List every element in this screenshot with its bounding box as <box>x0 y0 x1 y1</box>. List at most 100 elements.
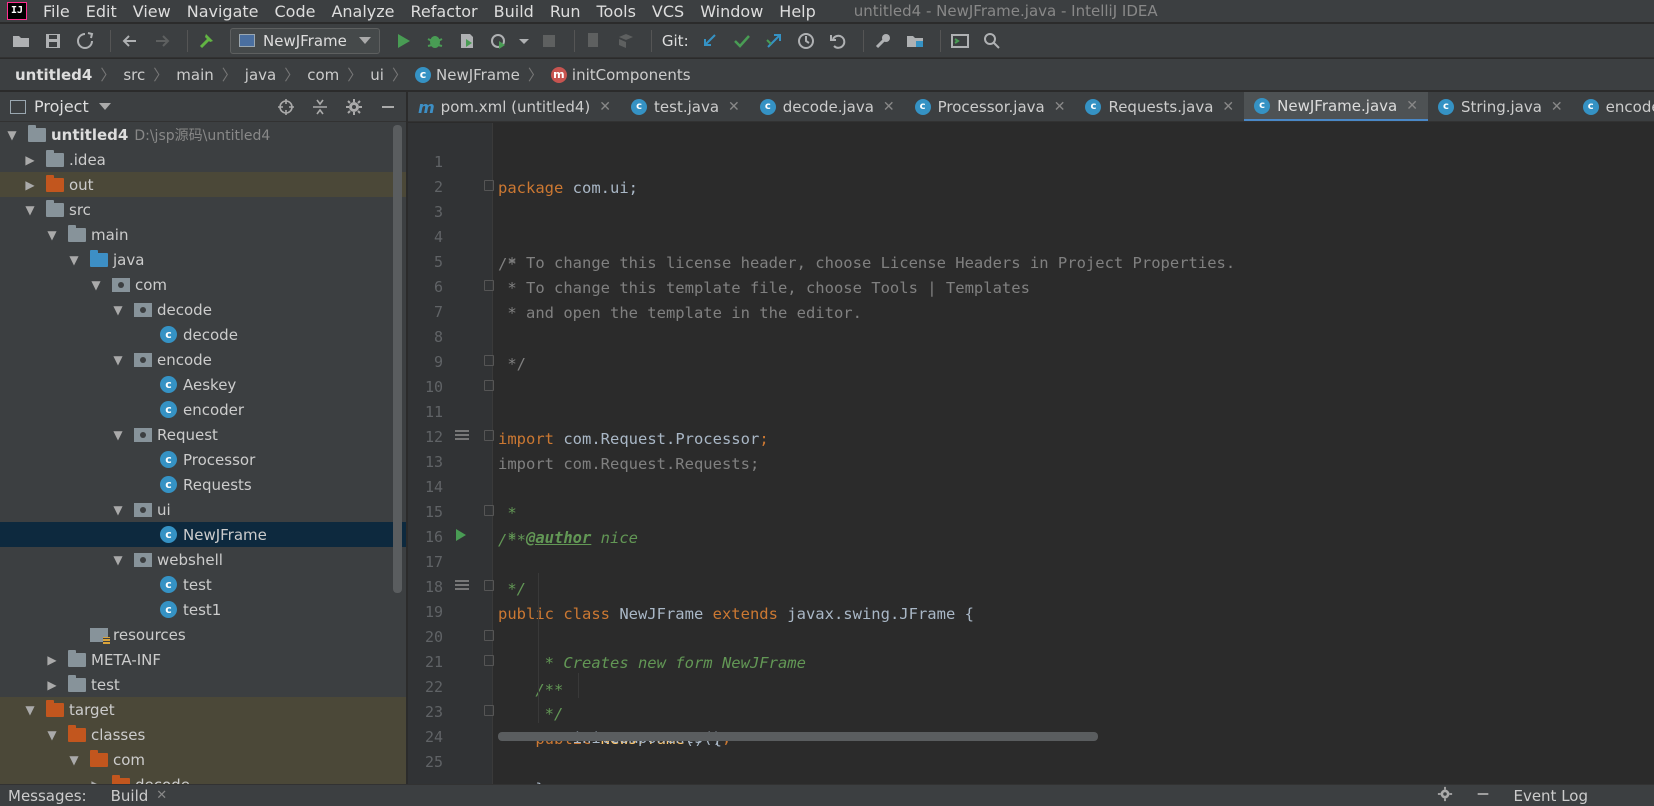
tree-item-com[interactable]: ▼ com <box>0 272 406 297</box>
expanded-arrow-icon[interactable]: ▼ <box>110 303 126 317</box>
tree-item-request-package[interactable]: ▼ Request <box>0 422 406 447</box>
expanded-arrow-icon[interactable]: ▼ <box>110 503 126 517</box>
close-icon[interactable]: ✕ <box>1054 99 1066 115</box>
debug-bug-icon[interactable] <box>422 28 448 54</box>
expanded-arrow-icon[interactable]: ▼ <box>66 253 82 267</box>
tree-item-out[interactable]: ▶ out <box>0 172 406 197</box>
tree-item-test-class[interactable]: c test <box>0 572 406 597</box>
breadcrumb-src[interactable]: src <box>123 66 145 84</box>
project-structure-folder-icon[interactable] <box>902 28 928 54</box>
tree-item-encode-package[interactable]: ▼ encode <box>0 347 406 372</box>
open-folder-icon[interactable] <box>8 28 34 54</box>
tree-item-target-com[interactable]: ▼ com <box>0 747 406 772</box>
expanded-arrow-icon[interactable]: ▼ <box>66 753 82 767</box>
tree-item-newjframe[interactable]: c NewJFrame <box>0 522 406 547</box>
close-icon[interactable]: ✕ <box>728 99 740 115</box>
menu-window[interactable]: Window <box>700 2 763 21</box>
editor-horizontal-scrollbar[interactable] <box>498 732 1098 741</box>
tab-processor-java[interactable]: c Processor.java ✕ <box>905 92 1076 121</box>
menu-analyze[interactable]: Analyze <box>331 2 394 21</box>
menu-build[interactable]: Build <box>494 2 534 21</box>
close-icon[interactable]: ✕ <box>156 788 167 803</box>
back-arrow-icon[interactable] <box>117 28 143 54</box>
expanded-arrow-icon[interactable]: ▼ <box>22 203 38 217</box>
settings-wrench-icon[interactable] <box>870 28 896 54</box>
menu-edit[interactable]: Edit <box>86 2 117 21</box>
close-icon[interactable]: ✕ <box>883 99 895 115</box>
chevron-down-icon[interactable] <box>98 103 111 110</box>
close-icon[interactable]: ✕ <box>599 99 611 115</box>
run-gutter-icon[interactable] <box>456 529 466 541</box>
fold-marker-icon[interactable] <box>484 655 494 666</box>
tree-item-test1-class[interactable]: c test1 <box>0 597 406 622</box>
breadcrumb-com[interactable]: com <box>307 66 339 84</box>
menu-refactor[interactable]: Refactor <box>411 2 478 21</box>
tab-pom-xml[interactable]: m pom.xml (untitled4) ✕ <box>408 92 621 121</box>
collapsed-arrow-icon[interactable]: ▶ <box>44 678 60 692</box>
rollback-icon[interactable] <box>825 28 851 54</box>
hide-minus-icon[interactable] <box>378 97 398 117</box>
menu-code[interactable]: Code <box>275 2 316 21</box>
breadcrumb-project[interactable]: untitled4 <box>15 66 92 84</box>
menu-help[interactable]: Help <box>779 2 815 21</box>
project-panel-title[interactable]: Project <box>34 97 89 116</box>
rendered-doc-icon[interactable] <box>455 580 469 591</box>
fold-marker-icon[interactable] <box>484 180 494 191</box>
tree-item-processor[interactable]: c Processor <box>0 447 406 472</box>
tree-item-src[interactable]: ▼ src <box>0 197 406 222</box>
tree-item-meta-inf[interactable]: ▶ META-INF <box>0 647 406 672</box>
rendered-doc-icon[interactable] <box>455 430 469 441</box>
tree-item-target-decode[interactable]: ▶ decode <box>0 772 406 784</box>
fold-marker-icon[interactable] <box>484 630 494 641</box>
tree-item-resources[interactable]: resources <box>0 622 406 647</box>
collapsed-arrow-icon[interactable]: ▶ <box>22 178 38 192</box>
menu-run[interactable]: Run <box>550 2 581 21</box>
run-configuration-select[interactable]: NewJFrame <box>230 27 380 54</box>
close-icon[interactable]: ✕ <box>1551 99 1563 115</box>
stop-icon[interactable] <box>536 28 562 54</box>
fold-marker-icon[interactable] <box>484 505 494 516</box>
history-clock-icon[interactable] <box>793 28 819 54</box>
fold-marker-icon[interactable] <box>484 355 494 366</box>
tree-item-webshell-package[interactable]: ▼ webshell <box>0 547 406 572</box>
sync-icon[interactable] <box>72 28 98 54</box>
fold-marker-icon[interactable] <box>484 580 494 591</box>
tree-item-classes[interactable]: ▼ classes <box>0 722 406 747</box>
menu-view[interactable]: View <box>133 2 171 21</box>
close-icon[interactable]: ✕ <box>1222 99 1234 115</box>
breadcrumb-main[interactable]: main <box>176 66 213 84</box>
expanded-arrow-icon[interactable]: ▼ <box>44 228 60 242</box>
event-log-tab[interactable]: Event Log <box>1513 787 1588 805</box>
project-structure-icon[interactable] <box>613 28 639 54</box>
collapsed-arrow-icon[interactable]: ▶ <box>22 153 38 167</box>
fold-marker-icon[interactable] <box>484 705 494 716</box>
build-hammer-icon[interactable] <box>194 28 220 54</box>
expanded-arrow-icon[interactable]: ▼ <box>110 428 126 442</box>
menu-tools[interactable]: Tools <box>597 2 636 21</box>
expanded-arrow-icon[interactable]: ▼ <box>110 553 126 567</box>
tab-newjframe-java[interactable]: c NewJFrame.java ✕ <box>1244 92 1428 121</box>
tree-item-main[interactable]: ▼ main <box>0 222 406 247</box>
tree-item-decode-package[interactable]: ▼ decode <box>0 297 406 322</box>
expanded-arrow-icon[interactable]: ▼ <box>88 278 104 292</box>
tab-encoder-java[interactable]: c encoder.java <box>1573 92 1654 121</box>
tab-decode-java[interactable]: c decode.java ✕ <box>750 92 905 121</box>
search-icon[interactable] <box>979 28 1005 54</box>
fold-marker-icon[interactable] <box>484 380 494 391</box>
fold-marker-icon[interactable] <box>484 430 494 441</box>
expanded-arrow-icon[interactable]: ▼ <box>44 728 60 742</box>
run-with-coverage-icon[interactable] <box>454 28 480 54</box>
gear-icon[interactable] <box>344 97 364 117</box>
breadcrumb-ui[interactable]: ui <box>370 66 384 84</box>
tree-item-project-root[interactable]: ▼ untitled4 D:\jsp源码\untitled4 <box>0 122 406 147</box>
locate-crosshair-icon[interactable] <box>276 97 296 117</box>
tree-item-java[interactable]: ▼ java <box>0 247 406 272</box>
git-update-icon[interactable] <box>697 28 723 54</box>
terminal-window-icon[interactable] <box>947 28 973 54</box>
menu-file[interactable]: File <box>43 2 70 21</box>
gear-icon[interactable] <box>1437 786 1453 806</box>
chevron-down-icon[interactable] <box>518 28 530 54</box>
menu-navigate[interactable]: Navigate <box>187 2 259 21</box>
git-commit-icon[interactable] <box>729 28 755 54</box>
hide-minus-icon[interactable] <box>1475 786 1491 806</box>
